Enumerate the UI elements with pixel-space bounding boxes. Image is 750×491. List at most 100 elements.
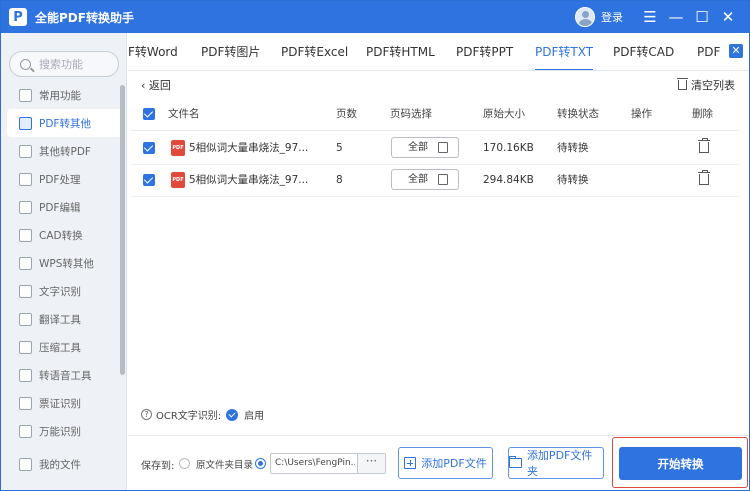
clear-list-label: 清空列表 xyxy=(691,79,735,92)
sidebar-item-pdf-edit[interactable]: PDF编辑 xyxy=(1,193,121,221)
ocr-value: 启用 xyxy=(244,411,265,422)
sidebar-item-ocr[interactable]: 文字识别 xyxy=(1,277,121,305)
row-filename: 5相似词大量串烧法_97... xyxy=(189,142,309,154)
ocr-option: ? OCR文字识别: 启用 xyxy=(141,407,264,422)
tab-pdf-to-html[interactable]: PDF转HTML xyxy=(366,33,435,70)
sidebar-scrollbar[interactable] xyxy=(120,85,125,375)
sidebar-item-label: 转语音工具 xyxy=(39,369,92,382)
ticket-icon xyxy=(19,396,32,410)
sidebar-item-label: 其他转PDF xyxy=(39,145,91,158)
row-size: 294.84KB xyxy=(483,174,534,186)
pdf-file-icon: PDF xyxy=(171,172,185,188)
sidebar-item-translate[interactable]: 翻译工具 xyxy=(1,305,121,333)
add-pdf-file-label: 添加PDF文件 xyxy=(421,457,487,470)
sidebar-item-label: 翻译工具 xyxy=(39,313,81,326)
sidebar-item-wps[interactable]: WPS转其他 xyxy=(1,249,121,277)
add-file-icon xyxy=(404,457,417,469)
app-title: 全能PDF转换助手 xyxy=(35,10,134,25)
translate-icon xyxy=(19,312,32,326)
tab-pdf-more[interactable]: PDF xyxy=(697,33,720,70)
sidebar-item-universal[interactable]: 万能识别 xyxy=(1,417,121,445)
row-status: 待转换 xyxy=(557,142,589,154)
process-icon xyxy=(19,172,32,186)
sidebar-item-label: CAD转换 xyxy=(39,229,83,242)
output-path-field[interactable]: C:\Users\FengPin... ··· xyxy=(270,453,386,474)
wps-icon xyxy=(19,256,32,270)
my-files-link[interactable]: 我的文件 xyxy=(19,457,81,472)
source-folder-radio[interactable] xyxy=(179,458,190,469)
row-pages: 5 xyxy=(336,142,343,154)
sidebar-item-common[interactable]: 常用功能 xyxy=(1,81,121,109)
sidebar-item-pdf-process[interactable]: PDF处理 xyxy=(1,165,121,193)
text-recognition-icon xyxy=(19,284,32,298)
start-button-highlight: 开始转换 xyxy=(612,437,748,488)
clear-list-button[interactable]: 清空列表 xyxy=(677,77,735,93)
common-icon xyxy=(19,88,32,102)
row-checkbox[interactable] xyxy=(143,142,155,154)
close-button[interactable]: ✕ xyxy=(715,4,741,30)
tab-bar: F转Word PDF转图片 PDF转Excel PDF转HTML PDF转PPT… xyxy=(128,33,749,71)
start-convert-button[interactable]: 开始转换 xyxy=(619,447,742,480)
column-action: 操作 xyxy=(631,108,652,120)
cad-icon xyxy=(19,228,32,242)
ocr-enable-checkbox[interactable] xyxy=(226,408,239,421)
login-link[interactable]: 登录 xyxy=(601,9,623,25)
avatar[interactable] xyxy=(575,7,595,27)
help-icon[interactable]: ? xyxy=(141,409,152,420)
page-range-label: 全部 xyxy=(408,174,428,185)
tab-pdf-to-ppt[interactable]: PDF转PPT xyxy=(456,33,513,70)
sidebar-item-label: 万能识别 xyxy=(39,425,81,438)
minimize-button[interactable]: — xyxy=(663,4,689,30)
column-range: 页码选择 xyxy=(390,108,432,120)
tab-pdf-to-image[interactable]: PDF转图片 xyxy=(201,33,260,70)
tab-pdf-to-word[interactable]: F转Word xyxy=(128,33,178,70)
sidebar: 搜索功能 常用功能 PDF转其他 其他转PDF PDF处理 PDF编辑 CAD转… xyxy=(1,33,127,490)
divider xyxy=(128,435,749,436)
sidebar-item-pdf-to-other[interactable]: PDF转其他 xyxy=(7,109,121,137)
edit-icon xyxy=(438,174,448,185)
source-folder-label: 原文件夹目录 xyxy=(196,460,254,471)
add-pdf-folder-label: 添加PDF文件夹 xyxy=(526,449,593,478)
sidebar-item-compress[interactable]: 压缩工具 xyxy=(1,333,121,361)
title-bar: P 全能PDF转换助手 登录 ☰ — ☐ ✕ xyxy=(1,1,749,33)
menu-icon[interactable]: ☰ xyxy=(637,4,663,30)
add-pdf-folder-button[interactable]: 添加PDF文件夹 xyxy=(508,447,604,479)
sidebar-item-cad[interactable]: CAD转换 xyxy=(1,221,121,249)
maximize-button[interactable]: ☐ xyxy=(689,4,715,30)
select-all-checkbox[interactable] xyxy=(143,108,155,120)
column-pages: 页数 xyxy=(336,108,357,120)
app-window: P 全能PDF转换助手 登录 ☰ — ☐ ✕ 搜索功能 常用功能 PDF转其他 … xyxy=(0,0,750,491)
row-status: 待转换 xyxy=(557,174,589,186)
my-files-label: 我的文件 xyxy=(39,459,81,471)
table-row: PDF 5相似词大量串烧法_97... 5 全部 170.16KB 待转换 xyxy=(131,131,739,165)
sidebar-item-speech[interactable]: 转语音工具 xyxy=(1,361,121,389)
tab-pdf-to-txt[interactable]: PDF转TXT xyxy=(535,33,594,70)
app-logo: P xyxy=(9,8,27,26)
folder-add-icon xyxy=(509,456,522,468)
scan-icon xyxy=(19,424,32,438)
search-input[interactable]: 搜索功能 xyxy=(9,51,119,77)
tab-pdf-to-cad[interactable]: PDF转CAD xyxy=(613,33,674,70)
tab-close-button[interactable]: ✕ xyxy=(729,44,743,58)
column-delete: 删除 xyxy=(692,108,713,120)
back-button[interactable]: ‹ 返回 xyxy=(141,77,171,93)
sidebar-item-label: PDF编辑 xyxy=(39,201,81,214)
row-checkbox[interactable] xyxy=(143,174,155,186)
sidebar-item-label: WPS转其他 xyxy=(39,257,94,270)
page-range-button[interactable]: 全部 xyxy=(391,169,459,190)
delete-icon[interactable] xyxy=(698,138,710,153)
add-pdf-file-button[interactable]: 添加PDF文件 xyxy=(398,447,493,479)
table-header: 文件名 页数 页码选择 原始大小 转换状态 操作 删除 xyxy=(131,97,739,131)
sidebar-item-label: 文字识别 xyxy=(39,285,81,298)
save-to-label: 保存到: xyxy=(141,461,175,472)
tab-pdf-to-excel[interactable]: PDF转Excel xyxy=(281,33,348,70)
sidebar-item-other-to-pdf[interactable]: 其他转PDF xyxy=(1,137,121,165)
trash-icon xyxy=(677,78,688,90)
page-range-button[interactable]: 全部 xyxy=(391,137,459,158)
sidebar-item-label: 票证识别 xyxy=(39,397,81,410)
convert-icon xyxy=(19,144,32,158)
custom-path-radio[interactable] xyxy=(255,458,266,469)
delete-icon[interactable] xyxy=(698,170,710,185)
sidebar-item-ticket[interactable]: 票证识别 xyxy=(1,389,121,417)
browse-button[interactable]: ··· xyxy=(357,454,385,473)
